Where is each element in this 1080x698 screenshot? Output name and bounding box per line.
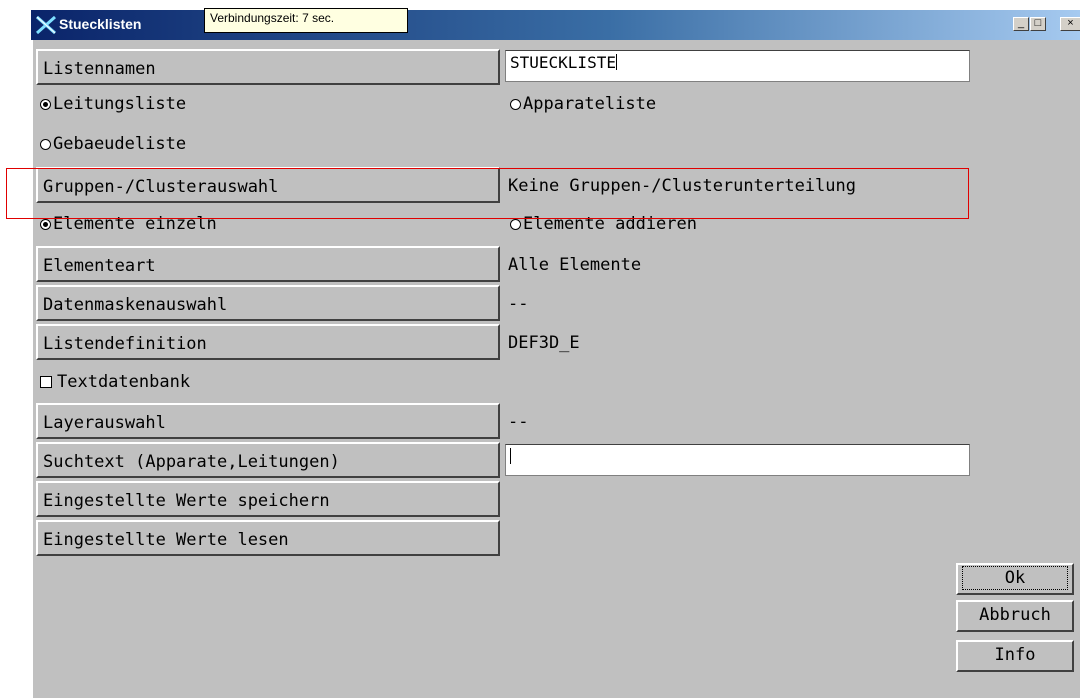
info-button[interactable]: Info	[956, 640, 1074, 672]
checkbox-unchecked-icon	[40, 376, 52, 388]
text-caret	[615, 54, 617, 70]
ok-button[interactable]: Ok	[956, 563, 1074, 595]
layerauswahl-button[interactable]: Layerauswahl	[36, 403, 500, 439]
text-caret	[510, 448, 511, 464]
gruppen-cluster-value: Keine Gruppen-/Clusterunterteilung	[508, 176, 856, 196]
title-bar[interactable]: Stuecklisten	[31, 10, 1080, 40]
radio-elemente-addieren[interactable]: Elemente addieren	[510, 214, 697, 234]
app-logo-icon	[36, 15, 56, 35]
maximize-button[interactable]: □	[1030, 17, 1046, 31]
listendefinition-value: DEF3D_E	[508, 333, 580, 353]
elementeart-button[interactable]: Elementeart	[36, 246, 500, 282]
radio-einzeln-label: Elemente einzeln	[53, 214, 217, 234]
suchtext-button[interactable]: Suchtext (Apparate,Leitungen)	[36, 442, 500, 478]
textdatenbank-checkbox[interactable]: Textdatenbank	[40, 372, 190, 392]
datenmaskenauswahl-button[interactable]: Datenmaskenauswahl	[36, 285, 500, 321]
abbruch-button[interactable]: Abbruch	[956, 600, 1074, 632]
werte-lesen-button[interactable]: Eingestellte Werte lesen	[36, 520, 500, 556]
radio-checked-icon	[40, 99, 51, 110]
radio-leitungsliste-label: Leitungsliste	[53, 94, 187, 114]
radio-unchecked-icon	[510, 99, 521, 110]
datenmaskenauswahl-value: --	[508, 294, 529, 314]
minimize-button[interactable]: _	[1013, 17, 1029, 31]
listennamen-value: STUECKLISTE	[510, 53, 616, 72]
window-title: Stuecklisten	[59, 16, 142, 32]
suchtext-input[interactable]	[505, 444, 970, 476]
radio-apparateliste[interactable]: Apparateliste	[510, 94, 656, 114]
radio-gebaeudeliste[interactable]: Gebaeudeliste	[40, 134, 186, 154]
radio-checked-icon	[40, 219, 51, 230]
radio-gebaeudeliste-label: Gebaeudeliste	[53, 134, 187, 154]
listennamen-button[interactable]: Listennamen	[36, 49, 500, 85]
radio-unchecked-icon	[510, 219, 521, 230]
layerauswahl-value: --	[508, 412, 529, 432]
listendefinition-button[interactable]: Listendefinition	[36, 324, 500, 360]
close-button[interactable]: ×	[1060, 17, 1080, 31]
radio-leitungsliste[interactable]: Leitungsliste	[40, 94, 186, 114]
radio-apparateliste-label: Apparateliste	[523, 94, 657, 114]
elementeart-value: Alle Elemente	[508, 255, 642, 275]
radio-addieren-label: Elemente addieren	[523, 214, 697, 234]
werte-speichern-button[interactable]: Eingestellte Werte speichern	[36, 481, 500, 517]
ok-label: Ok	[962, 566, 1068, 590]
connection-time-tooltip: Verbindungszeit: 7 sec.	[204, 8, 408, 33]
gruppen-cluster-button[interactable]: Gruppen-/Clusterauswahl	[36, 167, 500, 203]
textdatenbank-label: Textdatenbank	[57, 372, 191, 392]
radio-elemente-einzeln[interactable]: Elemente einzeln	[40, 214, 217, 234]
radio-unchecked-icon	[40, 139, 51, 150]
listennamen-input[interactable]: STUECKLISTE	[505, 50, 970, 82]
